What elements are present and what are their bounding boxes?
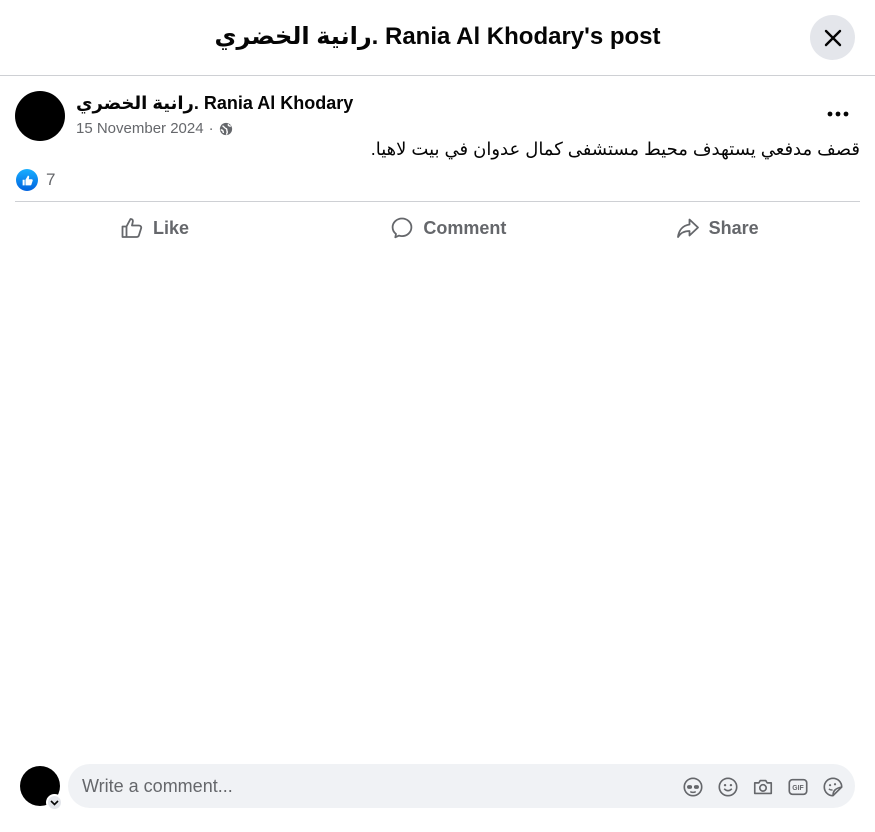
comment-input[interactable]: [82, 764, 642, 808]
share-button[interactable]: Share: [575, 207, 860, 249]
chevron-down-icon[interactable]: [46, 794, 63, 811]
comment-button[interactable]: Comment: [304, 207, 574, 249]
gif-icon[interactable]: GIF: [785, 774, 810, 799]
dialog-title: رانية الخضري. Rania Al Khodary's post: [214, 23, 661, 50]
like-label: Like: [153, 217, 190, 238]
close-button[interactable]: [810, 15, 855, 60]
comment-label: Comment: [423, 217, 507, 238]
comment-box: GIF: [68, 764, 855, 808]
post-meta: 15 November 2024 ·: [76, 120, 233, 137]
like-button[interactable]: Like: [15, 207, 304, 249]
comment-icon: [392, 217, 413, 239]
post-text: قصف مدفعي يستهدف محيط مستشفى كمال عدوان …: [370, 139, 860, 159]
share-icon: [676, 218, 699, 238]
like-reaction-icon: [16, 169, 38, 191]
emoji-icon[interactable]: [715, 774, 740, 799]
post-actions: Like Comment Share: [15, 207, 860, 249]
dialog-header: رانية الخضري. Rania Al Khodary's post: [0, 0, 875, 76]
close-icon: [824, 29, 841, 46]
like-icon: [121, 218, 143, 238]
author-avatar[interactable]: [15, 91, 65, 141]
author-name[interactable]: رانية الخضري. Rania Al Khodary: [76, 93, 353, 114]
post-date[interactable]: 15 November 2024: [76, 120, 204, 137]
comment-composer: GIF: [0, 756, 875, 816]
actions-divider: [15, 201, 860, 202]
composer-tools: GIF: [680, 774, 845, 799]
post-options-button[interactable]: [820, 99, 856, 129]
svg-text:GIF: GIF: [792, 785, 803, 792]
share-label: Share: [708, 217, 759, 238]
reactions-summary[interactable]: 7: [16, 169, 55, 191]
more-icon: [827, 111, 849, 117]
reaction-count: 7: [46, 170, 56, 189]
camera-icon[interactable]: [750, 774, 775, 799]
avatar-sticker-icon[interactable]: [680, 774, 705, 799]
meta-separator: ·: [208, 120, 214, 137]
globe-icon: [219, 122, 232, 135]
sticker-icon[interactable]: [820, 774, 845, 799]
